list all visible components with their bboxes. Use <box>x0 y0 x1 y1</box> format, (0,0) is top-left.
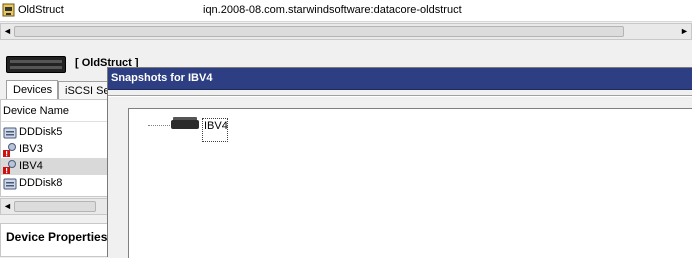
disk-icon <box>3 127 17 139</box>
target-name: OldStruct <box>18 4 64 16</box>
scroll-thumb[interactable] <box>14 201 96 212</box>
list-item[interactable]: DDDisk8 <box>1 175 107 192</box>
tab-devices[interactable]: Devices <box>6 80 58 99</box>
column-header-device-name[interactable]: Device Name <box>1 100 107 122</box>
dialog-divider <box>108 95 692 97</box>
scroll-left-icon[interactable]: ◄ <box>1 24 14 39</box>
target-iqn: iqn.2008-08.com.starwindsoftware:datacor… <box>203 4 462 16</box>
snapshot-device-icon <box>171 117 199 129</box>
list-item[interactable]: IBV3 <box>1 141 107 158</box>
device-list-horizontal-scrollbar[interactable]: ◄ <box>0 198 108 215</box>
list-item-label: IBV3 <box>19 143 43 155</box>
list-item-label: DDDisk8 <box>19 177 63 189</box>
snapshots-dialog: Snapshots for IBV4 IBV4 <box>107 67 692 258</box>
target-icon <box>2 3 15 17</box>
dialog-title-bar[interactable]: Snapshots for IBV4 <box>108 68 692 90</box>
list-item-label: IBV4 <box>19 160 43 172</box>
snapshot-tree-canvas[interactable]: IBV4 <box>128 108 692 258</box>
scroll-right-icon[interactable]: ► <box>678 24 691 39</box>
disk-icon <box>3 178 17 190</box>
warning-disk-icon <box>3 143 16 157</box>
device-list[interactable]: Device Name DDDisk5 IBV3 IBV4 DDDisk8 <box>0 99 108 197</box>
scroll-thumb[interactable] <box>14 26 624 37</box>
list-item-label: DDDisk5 <box>19 126 63 138</box>
main-horizontal-scrollbar[interactable]: ◄ ► <box>0 23 692 40</box>
device-properties-title: Device Properties <box>6 230 108 244</box>
target-row[interactable]: OldStruct iqn.2008-08.com.starwindsoftwa… <box>0 0 692 22</box>
scroll-left-icon[interactable]: ◄ <box>1 199 14 214</box>
warning-disk-icon <box>3 160 16 174</box>
snapshot-node-label[interactable]: IBV4 <box>202 118 228 142</box>
list-item[interactable]: DDDisk5 <box>1 124 107 141</box>
device-properties-panel: Device Properties <box>0 223 108 257</box>
server-icon <box>6 56 66 73</box>
list-item[interactable]: IBV4 <box>1 158 107 175</box>
